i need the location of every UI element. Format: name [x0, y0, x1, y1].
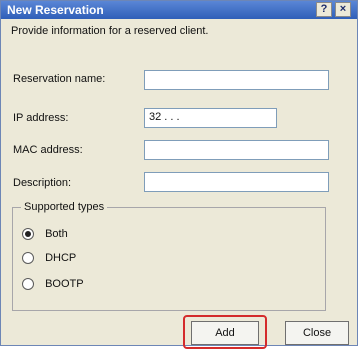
radio-both[interactable]: Both: [22, 228, 68, 241]
radio-dhcp[interactable]: DHCP: [22, 252, 77, 265]
ip-address-label: IP address:: [13, 112, 69, 124]
reservation-name-label: Reservation name:: [13, 73, 106, 85]
radio-button[interactable]: [22, 252, 34, 265]
radio-button-checked[interactable]: [22, 228, 34, 241]
close-icon[interactable]: ×: [335, 2, 351, 17]
description-input[interactable]: [144, 172, 329, 192]
radio-button[interactable]: [22, 278, 34, 291]
new-reservation-dialog: New Reservation ? × Provide information …: [0, 0, 358, 349]
help-icon[interactable]: ?: [316, 2, 332, 17]
radio-both-label: Both: [45, 228, 68, 241]
ip-address-input[interactable]: 32 . . .: [144, 108, 277, 128]
dialog-description: Provide information for a reserved clien…: [11, 25, 209, 37]
reservation-name-input[interactable]: [144, 70, 329, 90]
radio-bootp-label: BOOTP: [45, 278, 84, 291]
radio-bootp[interactable]: BOOTP: [22, 278, 84, 291]
radio-dhcp-label: DHCP: [45, 252, 77, 265]
supported-types-legend: Supported types: [24, 201, 105, 213]
mac-address-input[interactable]: [144, 140, 329, 160]
dialog-title: New Reservation: [7, 3, 104, 17]
description-label: Description:: [13, 177, 72, 189]
mac-address-label: MAC address:: [13, 144, 83, 156]
close-button[interactable]: Close: [285, 321, 349, 345]
title-bar[interactable]: New Reservation ? ×: [1, 1, 357, 19]
add-button[interactable]: Add: [191, 321, 259, 345]
